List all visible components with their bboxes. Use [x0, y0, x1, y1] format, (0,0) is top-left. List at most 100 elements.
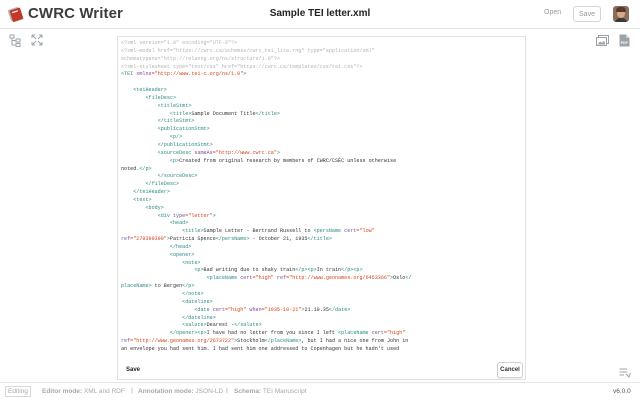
code-token-tag: <salute>: [121, 322, 207, 329]
code-token-tag: >: [212, 212, 216, 219]
code-token-tag: <note>: [121, 259, 201, 266]
user-avatar[interactable]: [613, 6, 629, 22]
app-title: CWRC Writer: [28, 5, 123, 22]
code-token-text: Sample Document Title: [191, 110, 256, 117]
code-token-proc: <?xml version="1.0" encoding="UTF-8"?>: [121, 40, 238, 46]
code-token-tag: </p><p>: [341, 267, 363, 274]
code-line: an envelope you had sent him. I had sent…: [121, 346, 522, 354]
code-token-tag: </persName>: [215, 236, 250, 243]
code-token-text: to Bergen: [151, 283, 183, 290]
schema-value: TEI Manuscript: [262, 388, 307, 395]
code-token-text: , but I had a nice one from John in: [301, 338, 409, 345]
editing-mode-badge[interactable]: Editing: [5, 386, 31, 397]
code-token-tag: <title>: [121, 228, 204, 235]
code-line: </titleStmt>: [121, 118, 522, 126]
code-token-tag: <div: [121, 212, 173, 219]
pdf-icon[interactable]: PDF: [619, 34, 630, 47]
code-token-attr: cert: [344, 228, 357, 235]
code-line: <opener>: [121, 252, 522, 260]
code-token-tag: <sourceDesc: [121, 149, 195, 156]
code-token-tag: <opener>: [121, 251, 195, 258]
code-token-attr: when: [249, 306, 262, 313]
code-token-val: ="high": [383, 330, 406, 337]
code-token-text: Patricia Spence: [169, 236, 216, 243]
code-token-tag: </date>: [328, 306, 351, 313]
code-token-val: ="http://www.cwrc.ca": [212, 149, 277, 156]
code-token-attr: cert: [371, 330, 384, 337]
code-line: ref="279399399">Patricia Spence</persNam…: [121, 236, 522, 244]
code-token-tag: </p>: [182, 283, 195, 290]
code-token-tag: </titleStmt>: [121, 118, 195, 125]
open-button[interactable]: Open: [544, 9, 561, 16]
code-token-text: Sample Letter - Bertrand Russell to: [203, 228, 314, 235]
code-token-tag: <placeName: [121, 275, 241, 282]
resize-arrows-icon[interactable]: [31, 34, 43, 46]
code-token-text: - October 21, 1935: [249, 236, 308, 243]
code-line: <titleStmt>: [121, 103, 522, 111]
code-token-val: ="letter": [185, 212, 213, 219]
code-token-tag: </opener>: [121, 330, 198, 337]
code-token-tag: <date: [121, 306, 213, 313]
list-lines-icon[interactable]: [619, 368, 631, 378]
code-token-tag: >: [243, 71, 247, 78]
xml-code-textarea[interactable]: <?xml version="1.0" encoding="UTF-8"?> <?…: [121, 40, 522, 359]
code-token-tag: </publicationStmt>: [121, 141, 213, 148]
code-token-text: Created from original research by member…: [179, 157, 397, 164]
code-line: </head>: [121, 244, 522, 252]
code-line: <text>: [121, 197, 522, 205]
code-line: <fileDesc>: [121, 95, 522, 103]
version-label: v6.0.0: [613, 388, 631, 395]
code-line: <date cert="high" when="1935-10-21">21.1…: [121, 307, 522, 315]
code-line: </teiHeader>: [121, 189, 522, 197]
code-token-attr: ref: [121, 338, 131, 345]
code-token-attr: sameAs: [194, 149, 213, 156]
save-button[interactable]: Save: [573, 6, 601, 22]
code-line: <publicationStmt>: [121, 126, 522, 134]
code-line: <p/>: [121, 134, 522, 142]
code-token-text: an envelope you had sent him. I had sent…: [121, 345, 400, 352]
code-line: noted.</p>: [121, 166, 522, 174]
code-token-val: ="http://www.geonames.org/2673722": [130, 338, 235, 345]
editor-cancel-button[interactable]: Cancel: [497, 362, 523, 378]
code-token-tag: <p>: [121, 157, 180, 164]
editor-save-button[interactable]: Save: [126, 367, 140, 373]
code-token-text: I have had no letter from you since I le…: [206, 330, 339, 337]
code-token-val: ="1935-10-21": [261, 306, 302, 313]
code-token-text: Dearest -: [206, 322, 235, 329]
code-line: <?xml-model href="https://cwrc.ca/schema…: [121, 48, 522, 56]
code-token-tag: <dateline>: [121, 298, 213, 305]
code-line: <head>: [121, 220, 522, 228]
code-line: <?xml-stylesheet type="text/css" href="h…: [121, 64, 522, 72]
cwrc-logo-icon: [7, 7, 24, 22]
svg-text:PDF: PDF: [621, 41, 629, 45]
structure-tree-icon[interactable]: [9, 34, 22, 47]
code-line: <title>Sample Letter - Bertrand Russell …: [121, 228, 522, 236]
code-token-tag: </teiHeader>: [121, 189, 170, 196]
code-line: <teiHeader>: [121, 87, 522, 95]
code-token-tag: <title>: [121, 110, 192, 117]
code-line: ref="http://www.geonames.org/2673722">St…: [121, 338, 522, 346]
code-token-tag: <persName: [313, 228, 345, 235]
code-token-tag: <TEI: [121, 71, 137, 78]
code-token-tag: placeName>: [121, 283, 152, 290]
xml-source-editor: <?xml version="1.0" encoding="UTF-8"?> <?…: [117, 36, 526, 380]
code-token-tag: </head>: [121, 243, 192, 250]
code-token-tag: </dateline>: [121, 314, 216, 321]
code-token-tag: </p><p>: [295, 267, 317, 274]
editor-mode-value: XML and RDF: [83, 388, 125, 395]
code-line: placeName> to Bergen</p>: [121, 283, 522, 291]
code-token-tag: <fileDesc>: [121, 94, 177, 101]
annotation-mode-value: JSON-LD: [195, 388, 224, 395]
code-line: schematypens="http://relaxng.org/ns/stru…: [121, 56, 522, 64]
status-bar: Editing Editor mode: XML and RDF | Annot…: [0, 382, 640, 401]
code-token-tag: </fileDesc>: [121, 181, 180, 188]
code-token-tag: </sourceDesc>: [121, 173, 198, 180]
code-line: <body>: [121, 205, 522, 213]
code-token-text: noted.: [121, 165, 140, 172]
code-line: <p>Bad writing due to shaky train</p><p>…: [121, 267, 522, 275]
code-token-tag: <teiHeader>: [121, 87, 167, 94]
code-line: </sourceDesc>: [121, 173, 522, 181]
code-line: </note>: [121, 291, 522, 299]
image-icon[interactable]: [596, 35, 609, 46]
